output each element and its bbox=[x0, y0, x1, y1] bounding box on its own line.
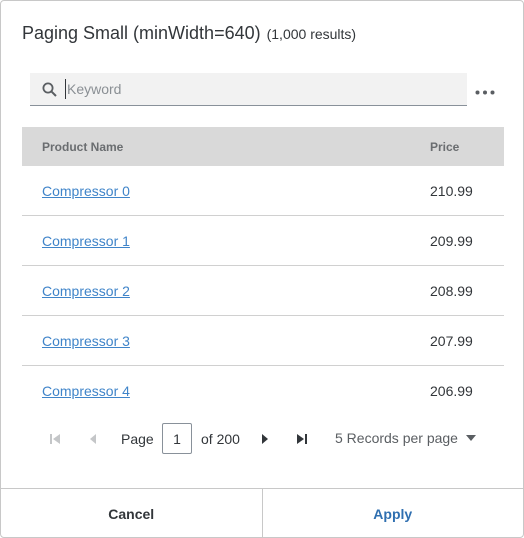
column-header-product-name[interactable]: Product Name bbox=[22, 140, 430, 154]
search-input[interactable] bbox=[65, 79, 467, 99]
search-bar bbox=[30, 73, 467, 106]
page-label: Page bbox=[121, 431, 154, 447]
dialog: Paging Small (minWidth=640) (1,000 resul… bbox=[0, 0, 524, 538]
table-row: Compressor 4 206.99 bbox=[22, 366, 504, 416]
next-page-icon[interactable] bbox=[257, 431, 273, 447]
table-header: Product Name Price bbox=[22, 127, 504, 166]
column-header-price[interactable]: Price bbox=[430, 140, 504, 154]
product-link[interactable]: Compressor 4 bbox=[42, 383, 130, 399]
product-link[interactable]: Compressor 2 bbox=[42, 283, 130, 299]
product-link[interactable]: Compressor 0 bbox=[42, 183, 130, 199]
apply-button[interactable]: Apply bbox=[263, 489, 524, 538]
pagination: Page of 200 5 Records per page bbox=[1, 423, 524, 455]
dialog-header: Paging Small (minWidth=640) (1,000 resul… bbox=[22, 23, 356, 44]
price-cell: 210.99 bbox=[430, 182, 473, 199]
more-icon[interactable] bbox=[473, 81, 497, 103]
records-per-page-select[interactable]: 5 Records per page bbox=[335, 430, 476, 446]
price-cell: 207.99 bbox=[430, 332, 473, 349]
product-link[interactable]: Compressor 3 bbox=[42, 333, 130, 349]
dialog-title: Paging Small (minWidth=640) bbox=[22, 23, 261, 43]
chevron-down-icon bbox=[465, 435, 476, 441]
dialog-footer: Cancel Apply bbox=[1, 488, 523, 538]
price-cell: 209.99 bbox=[430, 232, 473, 249]
first-page-icon[interactable] bbox=[47, 431, 63, 447]
price-cell: 208.99 bbox=[430, 282, 473, 299]
result-count: (1,000 results) bbox=[266, 26, 357, 42]
page-total: of 200 bbox=[201, 431, 240, 447]
previous-page-icon[interactable] bbox=[85, 431, 101, 447]
product-table: Product Name Price Compressor 0 210.99 C… bbox=[22, 127, 504, 416]
cancel-button[interactable]: Cancel bbox=[1, 489, 263, 538]
product-link[interactable]: Compressor 1 bbox=[42, 233, 130, 249]
table-row: Compressor 2 208.99 bbox=[22, 266, 504, 316]
records-per-page-value: 5 Records per page bbox=[335, 430, 458, 446]
last-page-icon[interactable] bbox=[294, 431, 310, 447]
table-row: Compressor 3 207.99 bbox=[22, 316, 504, 366]
table-row: Compressor 0 210.99 bbox=[22, 166, 504, 216]
table-row: Compressor 1 209.99 bbox=[22, 216, 504, 266]
search-icon bbox=[41, 81, 57, 97]
price-cell: 206.99 bbox=[430, 383, 473, 399]
page-number-input[interactable] bbox=[162, 423, 192, 454]
